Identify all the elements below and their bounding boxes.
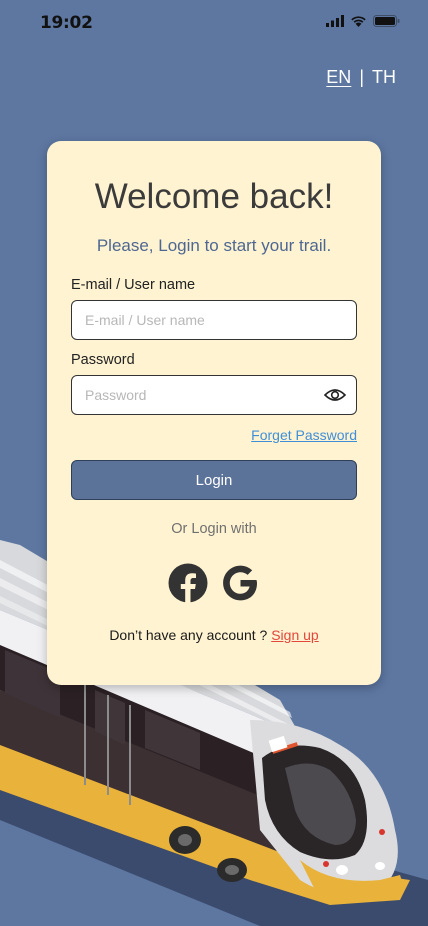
social-login [47,563,381,603]
eye-icon[interactable] [324,386,346,404]
signal-icon [326,15,344,27]
language-en[interactable]: EN [326,67,351,88]
facebook-icon[interactable] [168,563,208,603]
google-icon[interactable] [220,563,260,603]
login-button-label: Login [195,471,233,489]
username-input[interactable] [72,301,315,339]
password-field-box [71,375,357,415]
signup-line: Don’t have any account ? Sign up [47,627,381,643]
page-title: Welcome back! [94,177,334,216]
status-icons [326,15,400,27]
signup-prompt: Don’t have any account ? [109,627,272,643]
forgot-password-link[interactable]: Forget Password [251,427,357,443]
username-label: E-mail / User name [71,277,196,293]
status-bar: 19:02 [0,0,428,44]
or-login-with-text: Or Login with [171,521,257,537]
signup-link[interactable]: Sign up [271,627,318,643]
login-card: Welcome back! Please, Login to start you… [47,141,381,685]
battery-icon [373,15,400,27]
language-separator: | [359,67,364,87]
language-switcher: EN | TH [326,67,396,88]
username-field-box [71,300,357,340]
password-label: Password [71,352,135,368]
password-input[interactable] [72,376,315,414]
language-th[interactable]: TH [372,67,396,88]
page-subtitle: Please, Login to start your trail. [96,236,332,255]
wifi-icon [351,16,366,27]
status-time: 19:02 [40,13,93,33]
login-button[interactable]: Login [71,460,357,500]
